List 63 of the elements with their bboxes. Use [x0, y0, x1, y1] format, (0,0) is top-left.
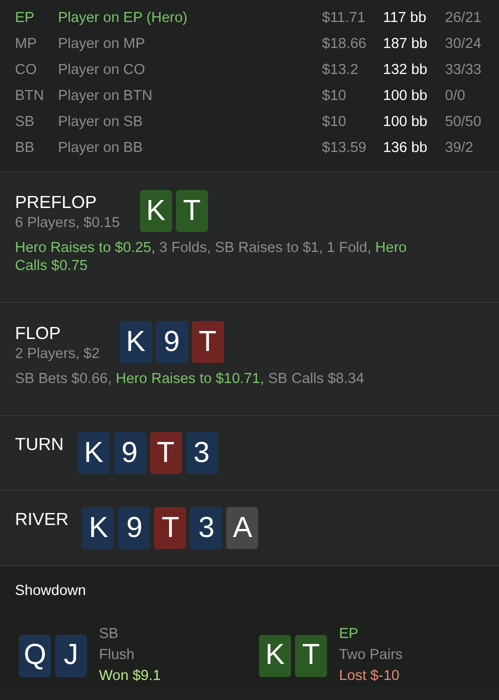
playing-card: K [78, 432, 110, 474]
big-blinds: 117 bb [383, 10, 428, 26]
player-name: Player on MP [58, 36, 146, 52]
result-amount: Won $9.1 [99, 667, 161, 686]
player-name: Player on BTN [58, 88, 154, 104]
player-stats: 39/2 [445, 140, 474, 156]
position-label: BTN [15, 88, 45, 104]
playing-card: 3 [190, 507, 222, 549]
playing-card: T [192, 321, 224, 363]
position-label: SB [15, 114, 36, 130]
playing-card: T [295, 634, 327, 676]
player-name: Player on EP (Hero) [58, 10, 188, 26]
playing-card: K [259, 634, 291, 676]
street-title: RIVER [15, 509, 68, 530]
result-amount: Lost $-10 [339, 667, 400, 686]
stack-amount: $18.66 [322, 36, 368, 52]
playing-card: 9 [114, 432, 146, 474]
big-blinds: 132 bb [383, 62, 428, 78]
big-blinds: 136 bb [383, 140, 428, 156]
stack-amount: $11.71 [322, 10, 366, 26]
section-title: Showdown [15, 583, 86, 599]
playing-card: K [140, 190, 172, 232]
playing-card: 3 [186, 432, 218, 474]
player-name: Player on CO [58, 62, 146, 78]
street-title: PREFLOP [15, 192, 98, 213]
action-summary: SB Bets $0.66, Hero Raises to $10.71, SB Calls $8.34 [15, 370, 366, 388]
stack-amount: $13.59 [322, 140, 368, 156]
big-blinds: 100 bb [383, 114, 428, 130]
playing-card: 9 [156, 321, 188, 363]
big-blinds: 100 bb [383, 88, 428, 104]
player-stats: 0/0 [445, 88, 466, 104]
position-label: EP [15, 10, 36, 26]
hand-rank: Flush [99, 646, 136, 665]
position-label: MP [15, 36, 38, 52]
action-summary: Hero Raises to $0.25, 3 Folds, SB Raises to $1, 1 Fold, Hero Calls $0.75 [15, 239, 408, 275]
player-stats: 50/50 [445, 114, 482, 130]
stack-amount: $10 [322, 88, 348, 104]
playing-card: Q [19, 634, 51, 676]
playing-card: K [120, 321, 152, 363]
street-title: FLOP [15, 323, 62, 344]
position-label: EP [339, 625, 360, 644]
playing-card: K [82, 507, 114, 549]
position-label: SB [99, 625, 120, 644]
playing-card: A [226, 507, 258, 549]
player-stats: 26/21 [445, 10, 482, 26]
position-label: CO [15, 62, 38, 78]
street-title: TURN [15, 434, 64, 455]
playing-card: J [55, 634, 87, 676]
hand-rank: Two Pairs [339, 646, 403, 665]
playing-card: T [154, 507, 186, 549]
playing-card: 9 [118, 507, 150, 549]
stack-amount: $10 [322, 114, 348, 130]
player-name: Player on SB [58, 114, 144, 130]
stack-amount: $13.2 [322, 62, 360, 78]
street-info: 6 Players, $0.15 [15, 215, 120, 231]
player-stats: 30/24 [445, 36, 482, 52]
player-stats: 33/33 [445, 62, 482, 78]
big-blinds: 187 bb [383, 36, 428, 52]
position-label: BB [15, 140, 36, 156]
playing-card: T [150, 432, 182, 474]
playing-card: T [176, 190, 208, 232]
street-info: 2 Players, $2 [15, 346, 100, 362]
player-name: Player on BB [58, 140, 144, 156]
